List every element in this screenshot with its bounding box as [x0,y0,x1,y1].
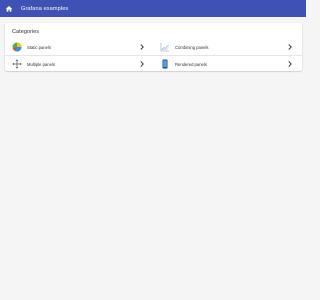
pie-chart-icon [12,42,22,52]
categories-card: Categories Static panels Combining panel… [5,23,302,71]
home-button[interactable] [0,0,17,17]
categories-title: Categories [12,29,40,35]
chevron-right-icon [287,43,293,51]
chevron-right-icon [139,43,145,51]
app-title: Grafana examples [21,5,69,12]
chevron-right-icon [139,60,145,68]
chevron-right-icon [287,60,293,68]
category-combining-panels[interactable]: Combining panels [160,39,300,55]
category-static-panels[interactable]: Static panels [12,39,152,55]
category-label: Static panels [27,44,51,50]
home-icon [5,5,12,12]
category-label: Rendered panels [175,61,207,67]
move-arrows-icon [12,59,22,69]
category-label: Multiple panels [27,61,55,67]
app-bar: Grafana examples [0,0,306,17]
line-chart-icon [160,42,170,52]
category-rendered-panels[interactable]: Rendered panels [160,56,300,72]
category-multiple-panels[interactable]: Multiple panels [12,56,152,72]
tablet-device-icon [160,59,170,69]
category-label: Combining panels [175,44,209,50]
